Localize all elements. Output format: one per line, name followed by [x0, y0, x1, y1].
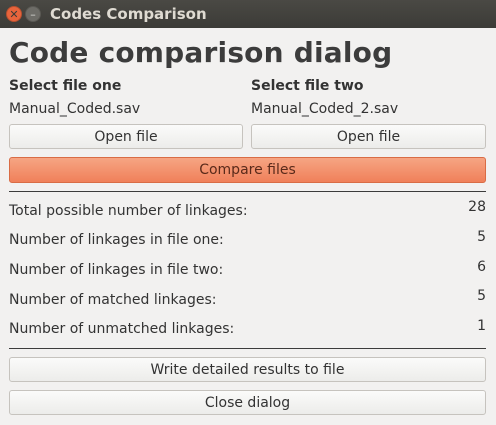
title-bar: ✕ – Codes Comparison [0, 0, 496, 28]
total-linkages-label: Total possible number of linkages: [9, 203, 248, 219]
open-file-two-button[interactable]: Open file [251, 124, 486, 149]
matched-linkages-value: 5 [477, 288, 486, 304]
unmatched-linkages-value: 1 [477, 318, 486, 334]
file-one-linkages-label: Number of linkages in file one: [9, 232, 224, 248]
write-results-button[interactable]: Write detailed results to file [9, 357, 486, 382]
file-two-linkages-label: Number of linkages in file two: [9, 262, 224, 278]
file-two-name: Manual_Coded_2.sav [251, 101, 399, 117]
file-two-label: Select file two [251, 78, 364, 94]
compare-files-button[interactable]: Compare files [9, 157, 486, 183]
close-icon[interactable]: ✕ [6, 6, 22, 22]
page-title: Code comparison dialog [9, 36, 393, 69]
close-dialog-button[interactable]: Close dialog [9, 390, 486, 415]
matched-linkages-label: Number of matched linkages: [9, 292, 217, 308]
file-two-linkages-value: 6 [477, 259, 486, 275]
window-title: Codes Comparison [50, 5, 207, 23]
separator-top [9, 191, 486, 192]
file-one-linkages-value: 5 [477, 229, 486, 245]
total-linkages-value: 28 [468, 199, 486, 215]
file-one-name: Manual_Coded.sav [9, 101, 141, 117]
file-one-label: Select file one [9, 78, 122, 94]
separator-bottom [9, 348, 486, 349]
open-file-one-button[interactable]: Open file [9, 124, 243, 149]
unmatched-linkages-label: Number of unmatched linkages: [9, 321, 235, 337]
minimize-icon[interactable]: – [25, 6, 41, 22]
